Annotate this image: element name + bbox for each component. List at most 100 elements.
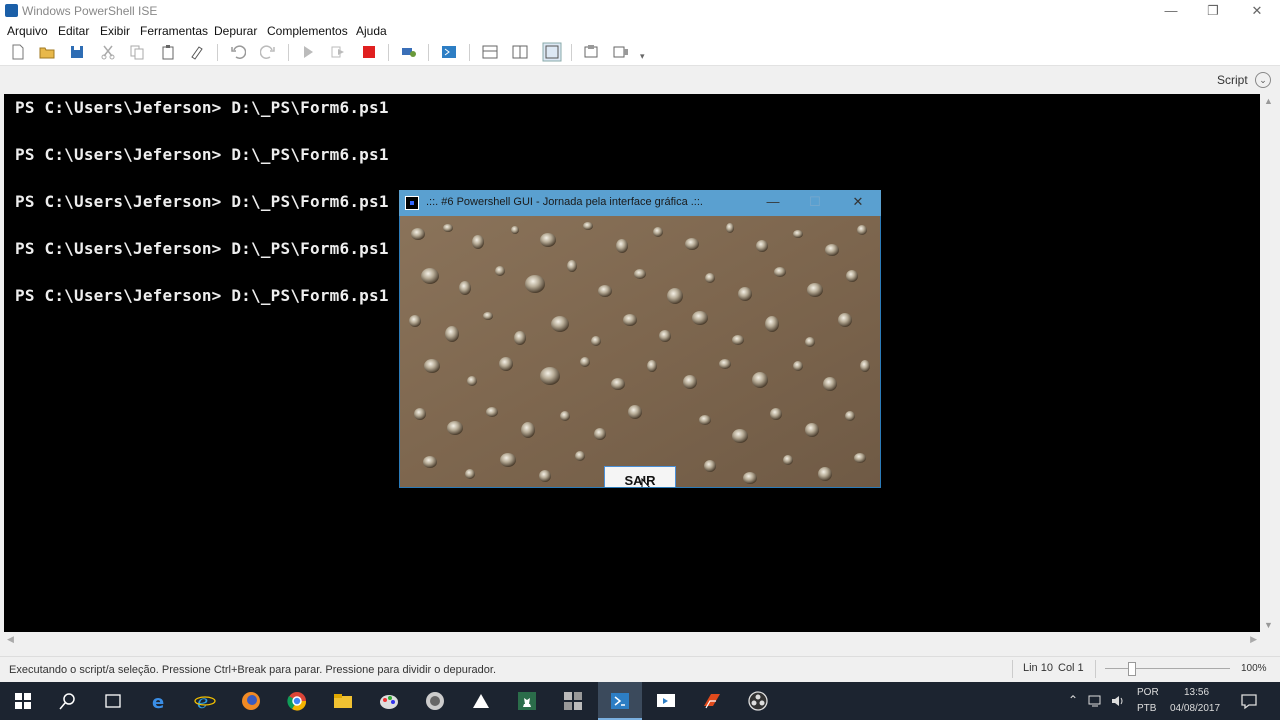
- remote-tab-icon[interactable]: [401, 44, 417, 60]
- form-app-icon: [405, 196, 419, 210]
- form-background-image: SAIR: [400, 216, 880, 487]
- menu-ajuda[interactable]: Ajuda: [356, 24, 387, 38]
- form-title: .::. #6 Powershell GUI - Jornada pela in…: [426, 196, 703, 208]
- toolbar-overflow-icon[interactable]: ▾: [640, 51, 645, 62]
- chevron-down-icon[interactable]: ⌄: [1255, 72, 1271, 88]
- status-bar: Executando o script/a seleção. Pressione…: [0, 656, 1280, 683]
- form-maximize-button[interactable]: ☐: [805, 194, 825, 212]
- column-number: Col 1: [1058, 662, 1084, 674]
- internet-explorer-icon[interactable]: e: [194, 690, 216, 712]
- powershell-ise-taskbar-icon[interactable]: [609, 690, 631, 712]
- file-explorer-icon[interactable]: [332, 690, 354, 712]
- toolbar-separator: [217, 44, 218, 61]
- svg-text:e: e: [152, 692, 164, 712]
- undo-icon[interactable]: [230, 44, 246, 60]
- edge-icon[interactable]: e: [149, 690, 171, 712]
- search-icon[interactable]: [57, 690, 79, 712]
- status-divider: [1012, 660, 1013, 678]
- menu-ferramentas[interactable]: Ferramentas: [140, 24, 208, 38]
- restore-button[interactable]: ❐: [1190, 0, 1236, 22]
- toolbar-separator: [469, 44, 470, 61]
- menu-exibir[interactable]: Exibir: [100, 24, 130, 38]
- teamviewer-icon[interactable]: [424, 690, 446, 712]
- window-title: Windows PowerShell ISE: [22, 4, 158, 18]
- clock-time[interactable]: 13:56: [1184, 687, 1209, 698]
- scroll-right-icon[interactable]: ▶: [1250, 634, 1257, 645]
- form-minimize-button[interactable]: —: [763, 194, 783, 212]
- stop-icon[interactable]: [361, 44, 377, 60]
- console-line: PS C:\Users\Jeferson> D:\_PS\Form6.ps1: [15, 145, 389, 164]
- scroll-left-icon[interactable]: ◀: [7, 634, 14, 645]
- zoom-level: 100%: [1241, 663, 1267, 674]
- menu-editar[interactable]: Editar: [58, 24, 89, 38]
- redo-icon[interactable]: [260, 44, 276, 60]
- paint-icon[interactable]: [378, 690, 400, 712]
- layout-right-icon[interactable]: [512, 44, 528, 60]
- line-number: Lin 10: [1023, 662, 1053, 674]
- powershell-ise-icon: [5, 4, 18, 17]
- clear-icon[interactable]: [189, 44, 205, 60]
- menu-depurar[interactable]: Depurar: [214, 24, 257, 38]
- menu-arquivo[interactable]: Arquivo: [7, 24, 48, 38]
- chess-icon[interactable]: [516, 690, 538, 712]
- layout-top-icon[interactable]: [482, 44, 498, 60]
- status-divider: [1095, 660, 1096, 678]
- svg-text:e: e: [197, 691, 208, 712]
- open-folder-icon[interactable]: [39, 44, 55, 60]
- powershell-icon[interactable]: [441, 44, 457, 60]
- zoom-slider-track[interactable]: [1105, 668, 1230, 669]
- close-button[interactable]: ✕: [1234, 0, 1280, 22]
- console-line: PS C:\Users\Jeferson> D:\_PS\Form6.ps1: [15, 239, 389, 258]
- windows-taskbar: e e ⌃ POR PTB 13:56 04/08/2017: [0, 682, 1280, 720]
- layout-max-icon[interactable]: [542, 42, 562, 62]
- toolbar: ▾: [0, 39, 1280, 66]
- console-line: PS C:\Users\Jeferson> D:\_PS\Form6.ps1: [15, 192, 389, 211]
- sair-button[interactable]: SAIR: [604, 466, 676, 487]
- minimize-button[interactable]: —: [1148, 0, 1194, 22]
- copy-icon[interactable]: [129, 44, 145, 60]
- new-file-icon[interactable]: [10, 44, 26, 60]
- network-icon[interactable]: [1088, 694, 1104, 708]
- windows-app-icon[interactable]: [562, 690, 584, 712]
- form-title-bar: .::. #6 Powershell GUI - Jornada pela in…: [399, 190, 881, 216]
- toolbar-separator: [288, 44, 289, 61]
- script-pane-header: Script ⌄: [0, 66, 1280, 93]
- mouse-cursor-icon: [641, 478, 650, 487]
- commands-addon-icon[interactable]: [613, 44, 629, 60]
- sharex-icon[interactable]: [470, 690, 492, 712]
- volume-icon[interactable]: [1110, 694, 1126, 708]
- toolbar-separator: [388, 44, 389, 61]
- keyboard-layout[interactable]: PTB: [1137, 703, 1156, 714]
- vertical-scrollbar[interactable]: ▲ ▼: [1261, 94, 1276, 632]
- console-line: PS C:\Users\Jeferson> D:\_PS\Form6.ps1: [15, 98, 389, 117]
- show-script-icon[interactable]: [583, 44, 599, 60]
- paste-icon[interactable]: [160, 44, 176, 60]
- filezilla-icon[interactable]: [701, 690, 723, 712]
- obs-icon[interactable]: [747, 690, 769, 712]
- windows-start-icon[interactable]: [12, 690, 34, 712]
- firefox-icon[interactable]: [240, 690, 262, 712]
- action-center-icon[interactable]: [1240, 692, 1258, 710]
- menu-complementos[interactable]: Complementos: [267, 24, 348, 38]
- menu-bar: Arquivo Editar Exibir Ferramentas Depura…: [0, 22, 1280, 39]
- scroll-down-icon[interactable]: ▼: [1264, 620, 1273, 630]
- console-line: PS C:\Users\Jeferson> D:\_PS\Form6.ps1: [15, 286, 389, 305]
- script-label[interactable]: Script: [1217, 73, 1248, 87]
- water-drops-image: [400, 216, 880, 487]
- powershell-gui-form: .::. #6 Powershell GUI - Jornada pela in…: [399, 190, 881, 488]
- run-icon[interactable]: [300, 44, 316, 60]
- cut-icon[interactable]: [100, 44, 116, 60]
- zoom-slider-thumb[interactable]: [1128, 662, 1136, 676]
- save-icon[interactable]: [69, 44, 85, 60]
- chrome-icon[interactable]: [286, 690, 308, 712]
- scroll-up-icon[interactable]: ▲: [1264, 96, 1273, 106]
- horizontal-scrollbar[interactable]: ◀ ▶: [4, 633, 1260, 648]
- remote-desktop-icon[interactable]: [655, 690, 677, 712]
- title-bar: Windows PowerShell ISE — ❐ ✕: [0, 0, 1280, 22]
- task-view-icon[interactable]: [102, 690, 124, 712]
- run-selection-icon[interactable]: [330, 44, 346, 60]
- form-close-button[interactable]: ✕: [848, 194, 868, 212]
- clock-date[interactable]: 04/08/2017: [1170, 703, 1220, 714]
- tray-overflow-icon[interactable]: ⌃: [1068, 693, 1078, 707]
- language-code[interactable]: POR: [1137, 687, 1159, 698]
